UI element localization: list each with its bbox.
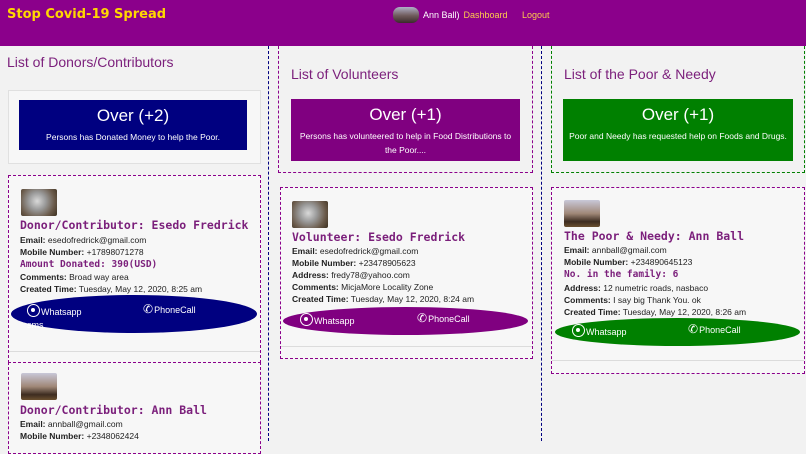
user-nav: Ann Ball) Dashboard Logout — [393, 6, 550, 24]
volunteers-count: Over (+1) — [369, 105, 442, 124]
needy-email: Email: annball@gmail.com — [564, 245, 667, 255]
donor-contact-bar: Whatsapp sms ✆ PhoneCall — [11, 295, 257, 333]
whatsapp-button[interactable]: Whatsapp — [27, 304, 82, 317]
phonecall-button[interactable]: ✆ PhoneCall — [417, 312, 470, 324]
donor-mobile: Mobile Number: +2348062424 — [20, 431, 139, 441]
volunteer-card: Volunteer: Esedo Fredrick Email: esedofr… — [280, 187, 533, 359]
card-divider — [281, 346, 532, 347]
volunteer-name: Volunteer: Esedo Fredrick — [292, 230, 466, 244]
column-divider — [268, 46, 269, 441]
donor-photo — [21, 189, 57, 216]
whatsapp-button[interactable]: Whatsapp — [572, 324, 627, 337]
needy-mobile: Mobile Number: +234890645123 — [564, 257, 693, 267]
needy-count: Over (+1) — [641, 105, 715, 124]
needy-photo — [564, 200, 600, 227]
needy-stat-box: Over (+1) Poor and Needy has requested h… — [563, 99, 793, 161]
user-name: Ann Ball) — [423, 10, 460, 20]
needy-title: List of the Poor & Needy — [564, 66, 716, 82]
whatsapp-icon — [27, 304, 40, 317]
top-navbar: Stop Covid-19 Spread Ann Ball) Dashboard… — [0, 0, 806, 46]
needy-comments: Comments: I say big Thank You. ok — [564, 295, 701, 305]
card-divider — [552, 360, 804, 361]
avatar — [393, 7, 419, 23]
volunteer-comments: Comments: MicjaMore Locality Zone — [292, 282, 434, 292]
volunteers-desc: Persons has volunteered to help in Food … — [299, 131, 512, 155]
volunteer-created: Created Time: Tuesday, May 12, 2020, 8:2… — [292, 294, 475, 304]
volunteers-stat-box: Over (+1) Persons has volunteered to hel… — [291, 99, 520, 161]
card-divider — [9, 351, 260, 352]
needy-desc: Poor and Needy has requested help on Foo… — [569, 131, 787, 141]
volunteers-title: List of Volunteers — [291, 66, 399, 82]
dashboard-link[interactable]: Dashboard — [464, 10, 508, 20]
donor-email: Email: annball@gmail.com — [20, 419, 123, 429]
donors-title: List of Donors/Contributors — [7, 54, 174, 70]
donor-name: Donor/Contributor: Ann Ball — [20, 403, 207, 417]
whatsapp-icon — [572, 324, 585, 337]
volunteer-mobile: Mobile Number: +23478905623 — [292, 258, 416, 268]
donor-mobile: Mobile Number: +17898071278 — [20, 247, 144, 257]
volunteer-email: Email: esedofredrick@gmail.com — [292, 246, 419, 256]
needy-address: Address: 12 numetric roads, nasbaco — [564, 283, 709, 293]
volunteer-photo — [292, 201, 328, 228]
column-divider — [541, 46, 542, 441]
phone-icon: ✆ — [417, 311, 428, 325]
needy-family: No. in the family: 6 — [564, 269, 679, 280]
volunteer-contact-bar: Whatsapp ✆ PhoneCall — [283, 307, 528, 335]
donors-count: Over (+2) — [96, 106, 170, 125]
needy-created: Created Time: Tuesday, May 12, 2020, 8:2… — [564, 307, 747, 317]
donors-stat-box: Over (+2) Persons has Donated Money to h… — [19, 100, 247, 150]
whatsapp-button[interactable]: Whatsapp — [300, 313, 355, 326]
phone-icon: ✆ — [688, 322, 699, 336]
donor-comments: Comments: Broad way area — [20, 272, 129, 282]
needy-card: The Poor & Needy: Ann Ball Email: annbal… — [551, 187, 805, 374]
donor-name: Donor/Contributor: Esedo Fredrick — [20, 218, 249, 232]
volunteer-address: Address: fredy78@yahoo.com — [292, 270, 410, 280]
whatsapp-icon — [300, 313, 313, 326]
donor-card-2: Donor/Contributor: Ann Ball Email: annba… — [8, 362, 261, 454]
logout-link[interactable]: Logout — [522, 10, 550, 20]
donor-card-1: Donor/Contributor: Esedo Fredrick Email:… — [8, 175, 261, 363]
donor-email: Email: esedofredrick@gmail.com — [20, 235, 147, 245]
phonecall-button[interactable]: ✆ PhoneCall — [143, 303, 196, 315]
donor-amount: Amount Donated: 390(USD) — [20, 259, 158, 270]
phonecall-button[interactable]: ✆ PhoneCall — [688, 323, 741, 335]
brand-title[interactable]: Stop Covid-19 Spread — [7, 7, 166, 22]
needy-name: The Poor & Needy: Ann Ball — [564, 229, 745, 243]
sms-link[interactable]: sms — [27, 320, 44, 330]
donor-created: Created Time: Tuesday, May 12, 2020, 8:2… — [20, 284, 203, 294]
needy-contact-bar: Whatsapp ✆ PhoneCall — [555, 318, 800, 346]
donors-desc: Persons has Donated Money to help the Po… — [46, 132, 220, 142]
phone-icon: ✆ — [143, 302, 154, 316]
donor-photo — [21, 373, 57, 400]
